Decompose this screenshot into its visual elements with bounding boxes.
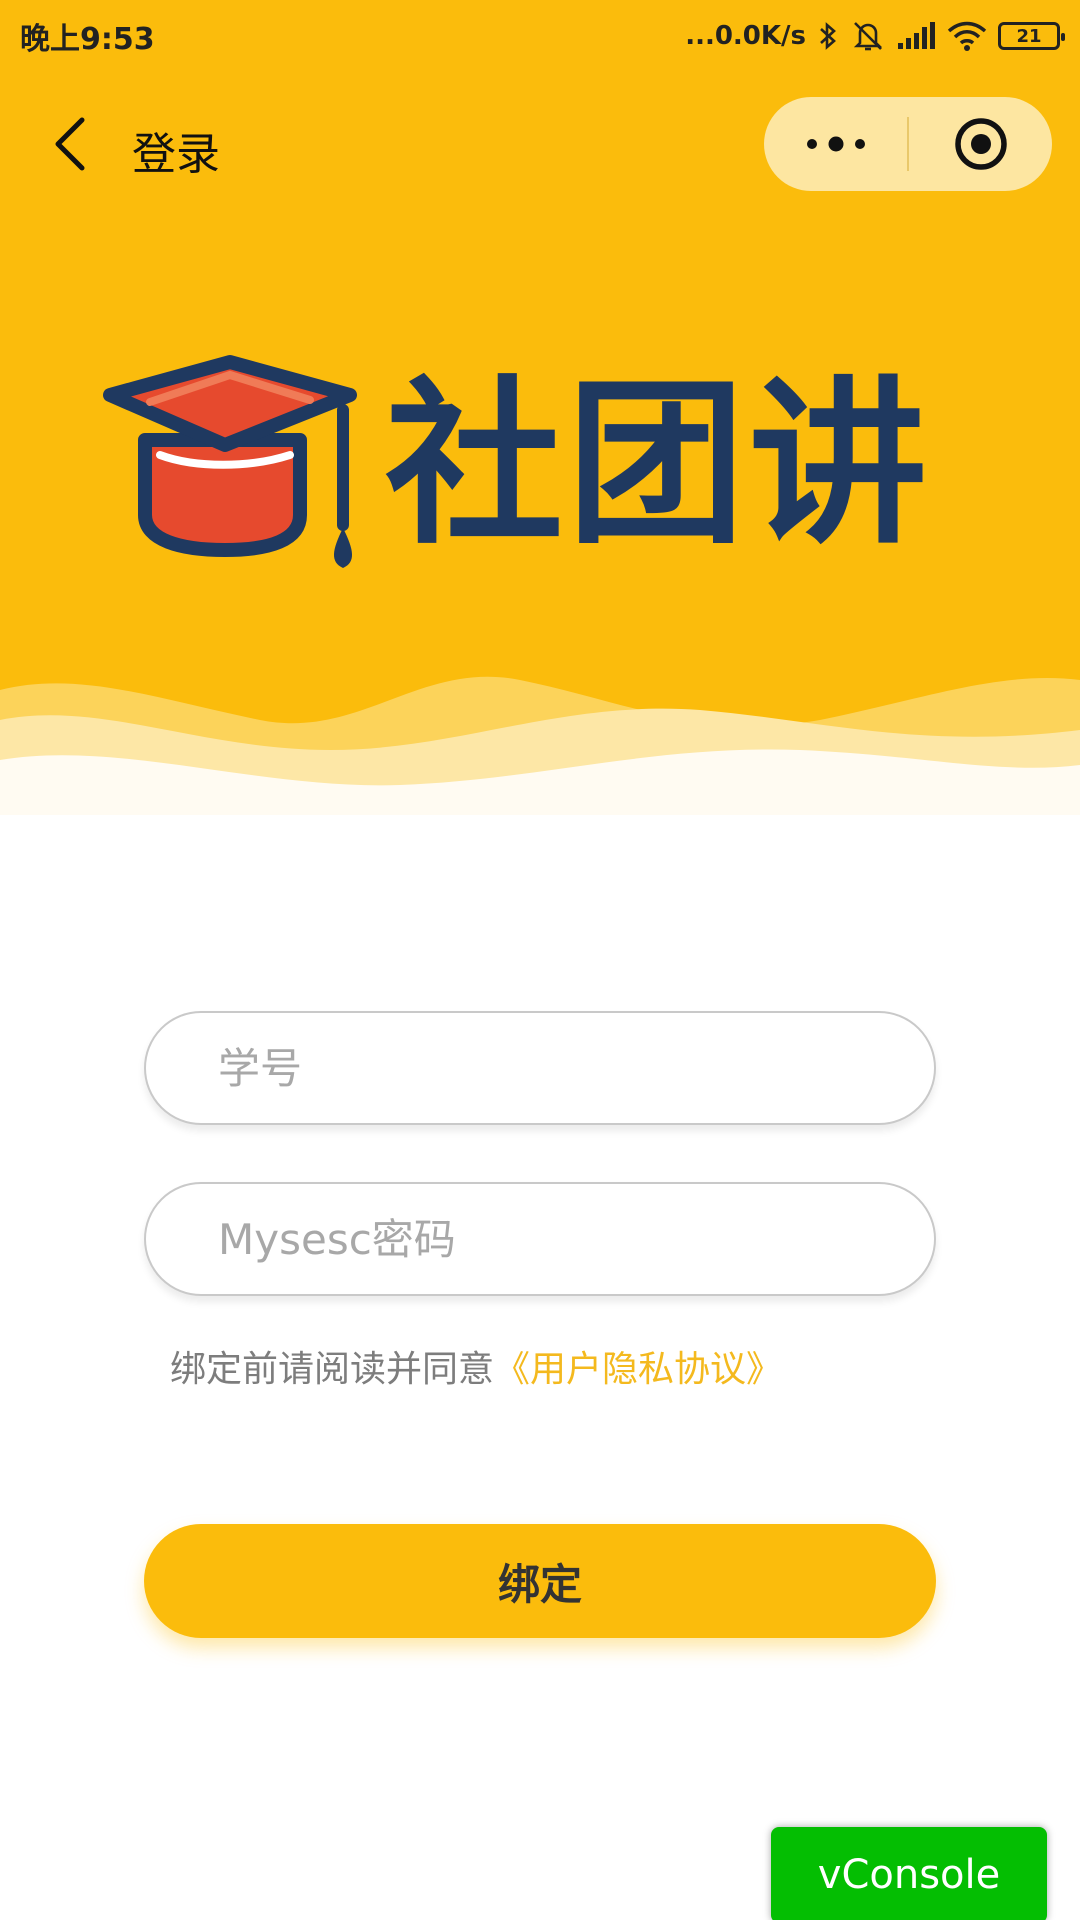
privacy-agreement-link[interactable]: 《用户隐私协议》 [494,1349,782,1390]
bluetooth-icon [820,22,836,50]
mute-bell-icon [853,22,883,51]
page-title: 登录 [132,129,220,180]
student-id-input[interactable] [146,1013,934,1123]
more-button[interactable] [764,97,907,191]
miniprogram-capsule [764,97,1052,191]
target-icon [954,118,1007,170]
signal-icon [898,22,935,49]
graduation-cap-icon [103,355,357,568]
nav-bar: 登录 [0,92,1080,196]
network-speed: ...0.0K/s [685,21,806,51]
back-button[interactable] [40,114,100,174]
wifi-icon [947,21,987,51]
chevron-left-icon [55,117,85,171]
vconsole-button[interactable]: vConsole [771,1827,1047,1920]
logo-text: 社团讲 [385,361,931,568]
status-bar: 晚上9:53 ...0.0K/s 21 [0,0,1080,72]
bind-button[interactable]: 绑定 [144,1524,936,1638]
agreement-text: 绑定前请阅读并同意 [170,1349,495,1390]
student-id-field [144,1011,936,1125]
close-miniprogram-button[interactable] [909,97,1052,191]
status-time: 晚上9:53 [20,22,155,57]
status-icons: ...0.0K/s 21 [685,19,1065,53]
login-screen: 晚上9:53 ...0.0K/s 21 登录 社团讲 学号 绑定前请阅读并同意《… [0,0,1080,1920]
app-logo: 社团讲 [100,350,927,600]
more-dots-icon [806,136,865,152]
password-input[interactable] [146,1184,934,1294]
wave-decoration [0,676,1080,840]
agreement-notice: 绑定前请阅读并同意《用户隐私协议》 [170,1340,782,1392]
battery-icon: 21 [998,22,1065,50]
password-field [144,1182,936,1296]
